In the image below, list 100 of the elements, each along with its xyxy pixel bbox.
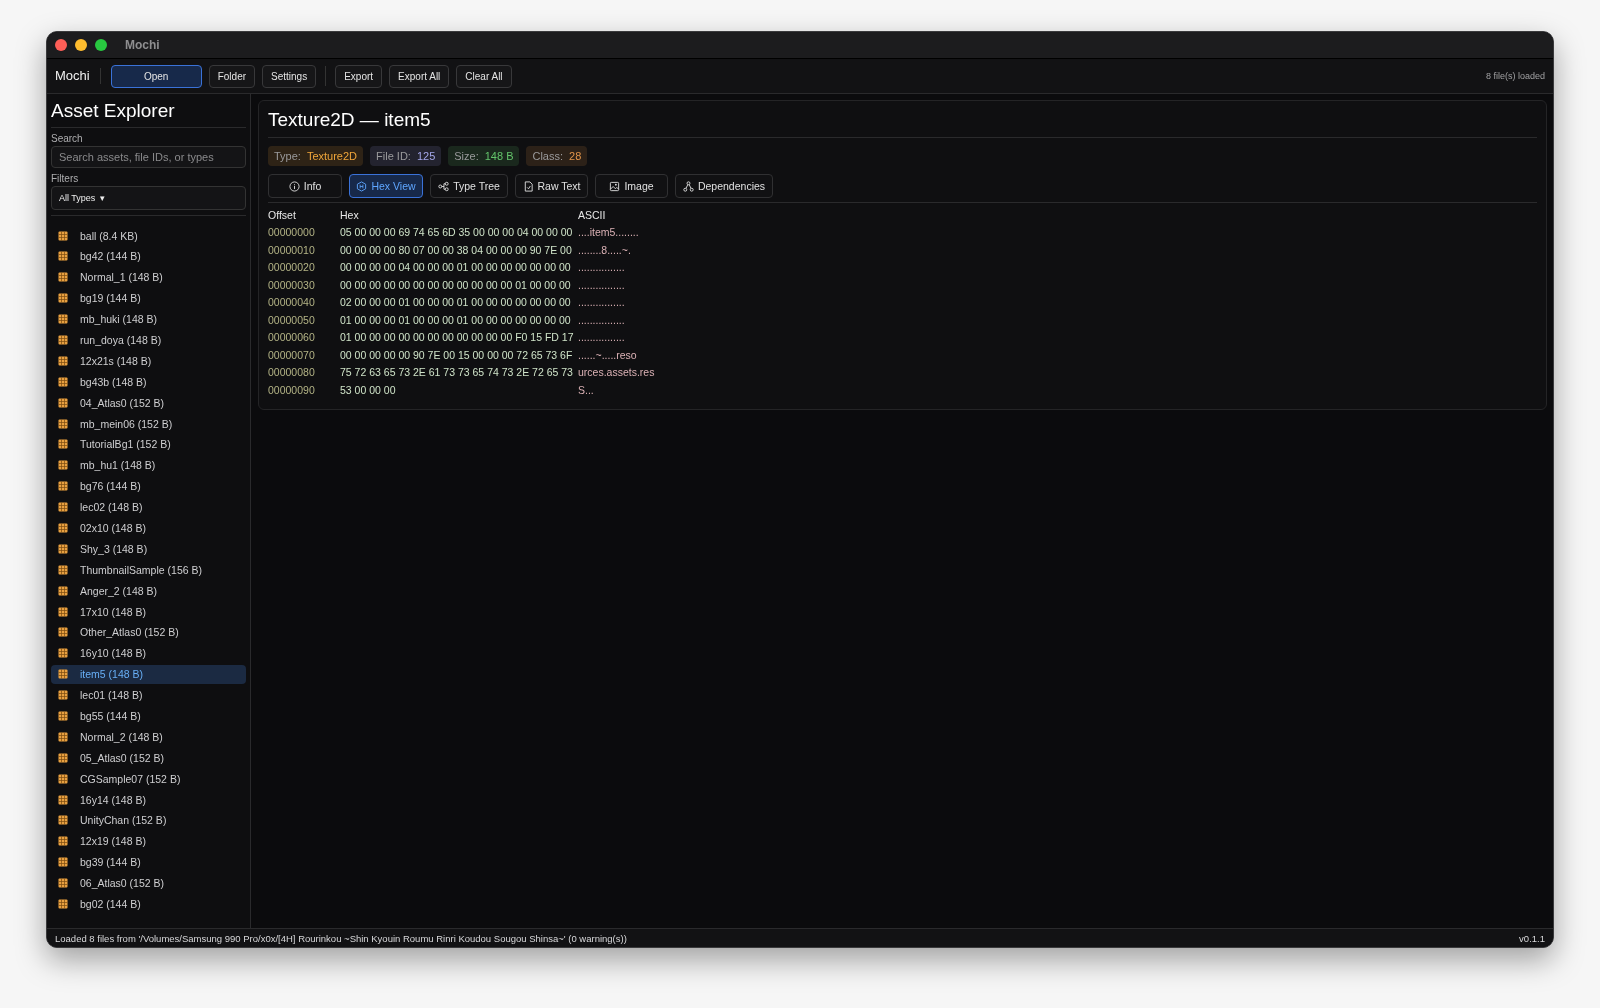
badge-label: Class: [532,150,564,162]
asset-list-item[interactable]: lec01 (148 B) [51,685,246,705]
asset-list-item[interactable]: 05_Atlas0 (152 B) [51,748,246,768]
asset-title: Texture2D — item5 [268,109,1537,138]
asset-list-item[interactable]: Normal_2 (148 B) [51,727,246,747]
grid-icon [58,251,68,262]
grid-icon [58,836,68,847]
minimize-button[interactable] [75,39,87,51]
asset-list-item[interactable]: bg76 (144 B) [51,476,246,496]
toolbar-button[interactable]: Export All [389,64,450,88]
toolbar-button[interactable]: Clear All [456,64,512,88]
grid-icon [58,481,68,492]
grid-icon [58,272,68,283]
asset-list-item[interactable]: TutorialBg1 (152 B) [51,434,246,454]
status-message: Loaded 8 files from '/Volumes/Samsung 990 Pro/x0x/[4H] Rourinkou ~Shin Kyouin Roumu Rinri Koudou Sougou Shinsa~' (0 warning(s)) [55,932,627,944]
search-field[interactable]: Search assets, file IDs, or types [51,146,246,168]
offset-cell-text: 00000040 [268,295,316,310]
files-loaded-text: 8 file(s) loaded [1485,71,1545,81]
asset-list-item[interactable]: ball (8.4 KB) [51,226,246,245]
asset-list-item[interactable]: 12x19 (148 B) [51,831,246,851]
asset-list-item[interactable]: bg19 (144 B) [51,288,246,308]
asset-list-item[interactable]: bg42 (144 B) [51,246,246,266]
zoom-button[interactable] [95,39,107,51]
grid-icon [58,439,68,450]
asset-list-item[interactable]: 16y10 (148 B) [51,643,246,663]
tab[interactable]: Raw Text [515,174,588,198]
offset-cell-text: 00000050 [268,312,316,328]
hex-bytes-cell-text: 53 00 00 00 [340,382,397,398]
grid-icon [58,690,68,701]
grid-icon [58,648,68,659]
asset-list-item[interactable]: Anger_2 (148 B) [51,581,246,601]
grid-icon [58,627,68,638]
grid-icon [58,355,68,366]
asset-list-item[interactable]: item5 (148 B) [51,664,246,684]
close-button[interactable] [55,39,67,51]
asset-list-item[interactable]: bg02 (144 B) [51,894,246,914]
tab[interactable]: Type Tree [430,174,508,198]
asset-list-item[interactable]: bg55 (144 B) [51,706,246,726]
ascii-cell-text: ................ [578,312,626,328]
offset-cell-text: 00000020 [268,260,316,275]
asset-list-item[interactable]: 12x21s (148 B) [51,351,246,371]
asset-list-item[interactable]: UnityChan (152 B) [51,810,246,830]
asset-list-item[interactable]: 02x10 (148 B) [51,518,246,538]
hex-bytes-cell-text: 05 00 00 00 69 74 65 6D 35 00 00 00 04 00 00 00 [340,225,574,240]
toolbar-button[interactable]: Folder [208,64,256,88]
toolbar-button[interactable]: Export [335,64,383,88]
asset-list-item[interactable]: bg43b (148 B) [51,372,246,392]
grid-icon [58,669,68,680]
tab[interactable]: Info [268,174,342,198]
toolbar-button[interactable]: Open [110,64,202,88]
asset-list-item[interactable]: 06_Atlas0 (152 B) [51,873,246,893]
tab[interactable]: Dependencies [675,174,773,198]
asset-list-item[interactable]: 16y14 (148 B) [51,790,246,810]
column-header: Offset [268,208,297,223]
badge-label: Size: [454,150,479,162]
sidebar-title: Asset Explorer [51,98,246,128]
grid-icon [58,585,68,596]
asset-list-item[interactable]: mb_huki (148 B) [51,309,246,329]
asset-list-item[interactable]: 17x10 (148 B) [51,602,246,622]
grid-icon [58,878,68,889]
asset-list-item[interactable]: Normal_1 (148 B) [51,267,246,287]
image-icon [609,180,621,192]
asset-list-item[interactable]: bg39 (144 B) [51,852,246,872]
column-header: ASCII [578,208,607,223]
window-title: Mochi [125,38,160,52]
asset-list-item[interactable]: 04_Atlas0 (152 B) [51,393,246,413]
offset-cell-text: 00000060 [268,330,316,345]
asset-list-item[interactable]: Other_Atlas0 (152 B) [51,622,246,642]
asset-list-item[interactable]: lec02 (148 B) [51,497,246,517]
hex-bytes-cell-text: 01 00 00 00 01 00 00 00 01 00 00 00 00 00 00 00 [340,312,572,328]
type-filter-dropdown[interactable]: All Types ▾ [51,186,246,210]
badge-label: File ID: [376,150,411,162]
asset-list-item[interactable]: Shy_3 (148 B) [51,539,246,559]
asset-list-item[interactable]: mb_hu1 (148 B) [51,455,246,475]
column-header: Hex [340,208,360,223]
info-icon [288,180,300,192]
grid-icon [58,522,68,533]
asset-list-item[interactable]: CGSample07 (152 B) [51,769,246,789]
grid-icon [58,731,68,742]
hex-bytes-cell-text: 00 00 00 00 00 00 00 00 00 00 00 00 01 00 00 00 [340,277,572,293]
tab[interactable]: Hex View [349,174,423,198]
grid-icon [58,502,68,513]
filters-label: Filters [51,173,80,184]
hex-bytes-cell-text: 00 00 00 00 00 90 7E 00 15 00 00 00 72 65 73 6F [340,347,574,363]
hex-bytes-cell-text: 01 00 00 00 00 00 00 00 00 00 00 00 F0 15 FD 17 [340,330,575,345]
asset-list-item[interactable]: ThumbnailSample (156 B) [51,560,246,580]
ascii-cell-text: ........8.....~. [578,242,632,258]
asset-list-item[interactable]: mb_mein06 (152 B) [51,414,246,433]
toolbar-button[interactable]: Settings [262,64,317,88]
grid-icon [58,397,68,408]
filter-value: All Types [59,193,96,203]
grid-icon [58,293,68,304]
grid-icon [58,606,68,617]
ascii-cell-text: ......~.....reso [578,347,638,363]
asset-list-item[interactable]: run_doya (148 B) [51,330,246,350]
hex-bytes-cell-text: 75 72 63 65 73 2E 61 73 73 65 74 73 2E 72 65 73 [340,365,574,380]
tab[interactable]: Image [595,174,668,198]
nodes-icon [438,180,450,192]
search-label: Search [51,133,84,144]
grid-icon [58,752,68,763]
